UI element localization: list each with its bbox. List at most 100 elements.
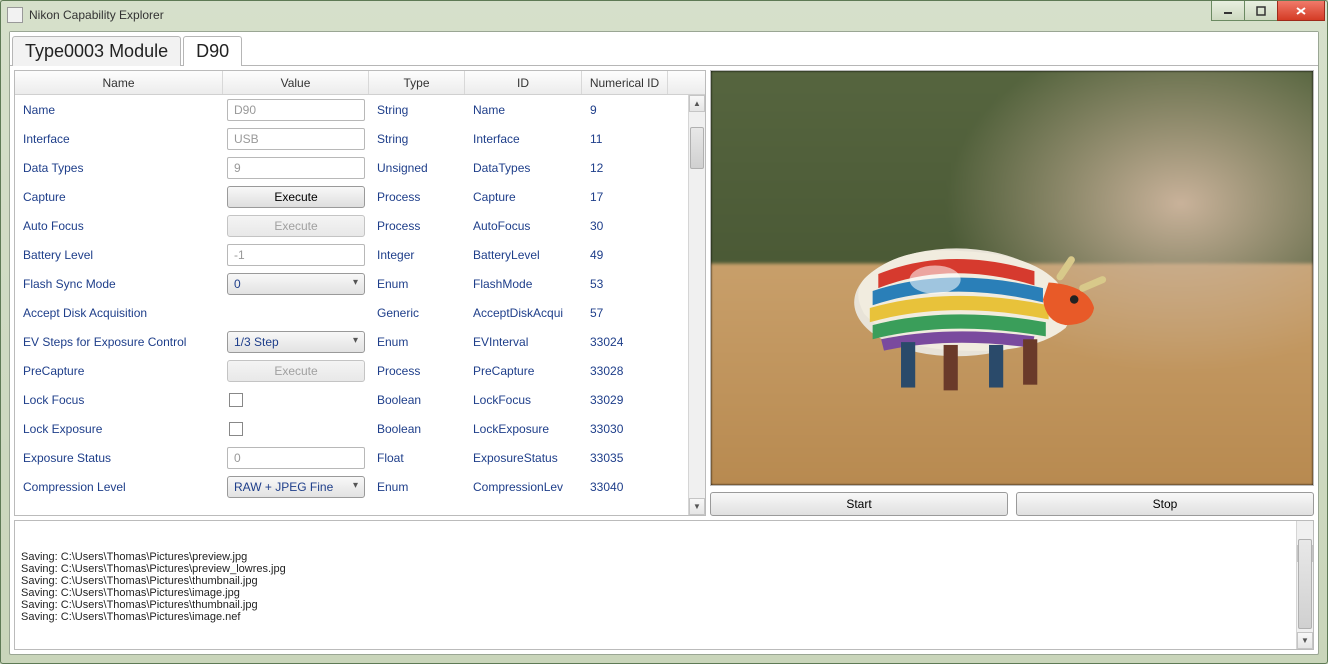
cell-type: String: [369, 132, 465, 146]
col-header-id[interactable]: ID: [465, 71, 582, 94]
cell-value: [223, 99, 369, 121]
cell-name: Name: [15, 103, 223, 117]
value-input[interactable]: [227, 128, 365, 150]
value-execute-button: Execute: [227, 360, 365, 382]
value-checkbox[interactable]: [229, 422, 243, 436]
cell-value: Execute: [223, 215, 369, 237]
cell-name: Data Types: [15, 161, 223, 175]
cell-value: [223, 393, 369, 407]
minimize-button[interactable]: [1211, 1, 1245, 21]
app-icon: [7, 7, 23, 23]
scroll-thumb[interactable]: [1298, 539, 1312, 629]
cell-value: [223, 447, 369, 469]
cell-numid: 11: [582, 132, 668, 146]
value-select[interactable]: RAW + JPEG Fine: [227, 476, 365, 498]
scroll-thumb[interactable]: [690, 127, 704, 169]
client-area: Type0003 Module D90 Name Value Type ID N…: [9, 31, 1319, 655]
cell-value: [223, 244, 369, 266]
cell-name: Compression Level: [15, 480, 223, 494]
cell-numid: 33040: [582, 480, 668, 494]
table-row: Accept Disk AcquisitionGenericAcceptDisk…: [15, 298, 705, 327]
cell-id: Interface: [465, 132, 582, 146]
cell-value: [223, 422, 369, 436]
scroll-down-icon[interactable]: ▼: [689, 498, 705, 515]
cell-id: CompressionLev: [465, 480, 582, 494]
titlebar[interactable]: Nikon Capability Explorer: [1, 1, 1327, 29]
stop-button[interactable]: Stop: [1016, 492, 1314, 516]
value-checkbox[interactable]: [229, 393, 243, 407]
maximize-icon: [1256, 6, 1266, 16]
cell-value: 1/3 Step: [223, 331, 369, 353]
scroll-down-icon[interactable]: ▼: [1297, 632, 1313, 649]
log-scrollbar[interactable]: ▲ ▼: [1296, 521, 1313, 649]
cell-numid: 17: [582, 190, 668, 204]
tab-module[interactable]: Type0003 Module: [12, 36, 181, 66]
cell-id: Name: [465, 103, 582, 117]
cell-numid: 33028: [582, 364, 668, 378]
tab-bar: Type0003 Module D90: [10, 32, 1318, 66]
cell-type: Unsigned: [369, 161, 465, 175]
cell-value: RAW + JPEG Fine: [223, 476, 369, 498]
preview-buttons: Start Stop: [710, 492, 1314, 516]
table-row: Auto FocusExecuteProcessAutoFocus30: [15, 211, 705, 240]
cell-numid: 12: [582, 161, 668, 175]
cell-type: Process: [369, 219, 465, 233]
table-row: Lock ExposureBooleanLockExposure33030: [15, 414, 705, 443]
col-header-numid[interactable]: Numerical ID: [582, 71, 668, 94]
cell-id: DataTypes: [465, 161, 582, 175]
app-window: Nikon Capability Explorer Type0003 Modul…: [0, 0, 1328, 664]
cell-numid: 9: [582, 103, 668, 117]
value-input[interactable]: [227, 244, 365, 266]
cell-name: Interface: [15, 132, 223, 146]
value-input[interactable]: [227, 99, 365, 121]
cell-numid: 53: [582, 277, 668, 291]
log-text: Saving: C:\Users\Thomas\Pictures\preview…: [21, 551, 1307, 623]
preview-subject: [819, 203, 1108, 402]
value-select-text: 1/3 Step: [234, 335, 279, 349]
cell-name: Lock Exposure: [15, 422, 223, 436]
table-row: Lock FocusBooleanLockFocus33029: [15, 385, 705, 414]
value-execute-button[interactable]: Execute: [227, 186, 365, 208]
col-header-type[interactable]: Type: [369, 71, 465, 94]
close-button[interactable]: [1277, 1, 1325, 21]
cell-id: Capture: [465, 190, 582, 204]
window-controls: [1212, 1, 1325, 21]
cell-type: Integer: [369, 248, 465, 262]
cell-numid: 30: [582, 219, 668, 233]
col-header-name[interactable]: Name: [15, 71, 223, 94]
table-row: [15, 501, 705, 515]
table-row: NameStringName9: [15, 95, 705, 124]
table-scrollbar[interactable]: ▲ ▼: [688, 95, 705, 515]
value-execute-button: Execute: [227, 215, 365, 237]
value-input[interactable]: [227, 157, 365, 179]
close-icon: [1295, 6, 1307, 16]
tab-d90[interactable]: D90: [183, 36, 242, 66]
value-input[interactable]: [227, 447, 365, 469]
preview-image: [710, 70, 1314, 486]
cell-name: PreCapture: [15, 364, 223, 378]
cell-name: Lock Focus: [15, 393, 223, 407]
table-row: Data Types UnsignedDataTypes12: [15, 153, 705, 182]
cell-id: LockFocus: [465, 393, 582, 407]
value-select[interactable]: 1/3 Step: [227, 331, 365, 353]
table-row: Battery LevelIntegerBatteryLevel49: [15, 240, 705, 269]
cell-id: PreCapture: [465, 364, 582, 378]
maximize-button[interactable]: [1244, 1, 1278, 21]
start-button[interactable]: Start: [710, 492, 1008, 516]
main-split: Name Value Type ID Numerical ID NameStri…: [10, 66, 1318, 520]
cell-name: Exposure Status: [15, 451, 223, 465]
window-title: Nikon Capability Explorer: [29, 8, 164, 22]
cell-name: Battery Level: [15, 248, 223, 262]
preview-panel: Start Stop: [710, 70, 1314, 516]
cell-type: Enum: [369, 277, 465, 291]
col-header-value[interactable]: Value: [223, 71, 369, 94]
value-select[interactable]: 0: [227, 273, 365, 295]
log-output[interactable]: Saving: C:\Users\Thomas\Pictures\preview…: [14, 520, 1314, 650]
value-select-text: 0: [234, 277, 241, 291]
minimize-icon: [1223, 6, 1233, 16]
table-row: Exposure StatusFloatExposureStatus33035: [15, 443, 705, 472]
scroll-up-icon[interactable]: ▲: [689, 95, 705, 112]
table-row: InterfaceStringInterface11: [15, 124, 705, 153]
cell-value: [223, 157, 369, 179]
cell-type: Float: [369, 451, 465, 465]
